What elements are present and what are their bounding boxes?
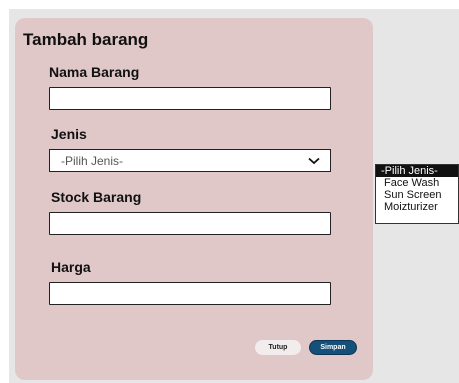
option-face-wash[interactable]: Face Wash xyxy=(376,177,458,189)
nama-barang-input[interactable] xyxy=(50,88,330,109)
option-moizturizer[interactable]: Moizturizer xyxy=(376,201,458,213)
close-button[interactable]: Tutup xyxy=(255,340,301,355)
jenis-select[interactable]: -Pilih Jenis- xyxy=(49,149,331,172)
add-item-dialog: Tambah barang Nama Barang Jenis -Pilih J… xyxy=(15,18,373,380)
stock-barang-label: Stock Barang xyxy=(51,189,142,205)
stock-barang-field[interactable] xyxy=(49,212,331,235)
jenis-options-list: -Pilih Jenis- Face Wash Sun Screen Moizt… xyxy=(375,164,459,224)
chevron-down-icon xyxy=(308,156,320,166)
dialog-title: Tambah barang xyxy=(23,30,149,49)
harga-label: Harga xyxy=(51,259,91,275)
option-pilih-jenis[interactable]: -Pilih Jenis- xyxy=(376,165,458,177)
harga-field[interactable] xyxy=(49,282,331,305)
nama-barang-field[interactable] xyxy=(49,87,331,110)
save-button[interactable]: Simpan xyxy=(309,340,357,355)
jenis-label: Jenis xyxy=(51,126,87,142)
stock-barang-input[interactable] xyxy=(50,213,330,234)
harga-input[interactable] xyxy=(50,283,330,304)
option-sun-screen[interactable]: Sun Screen xyxy=(376,189,458,201)
jenis-select-value: -Pilih Jenis- xyxy=(61,153,124,168)
nama-barang-label: Nama Barang xyxy=(49,64,140,80)
